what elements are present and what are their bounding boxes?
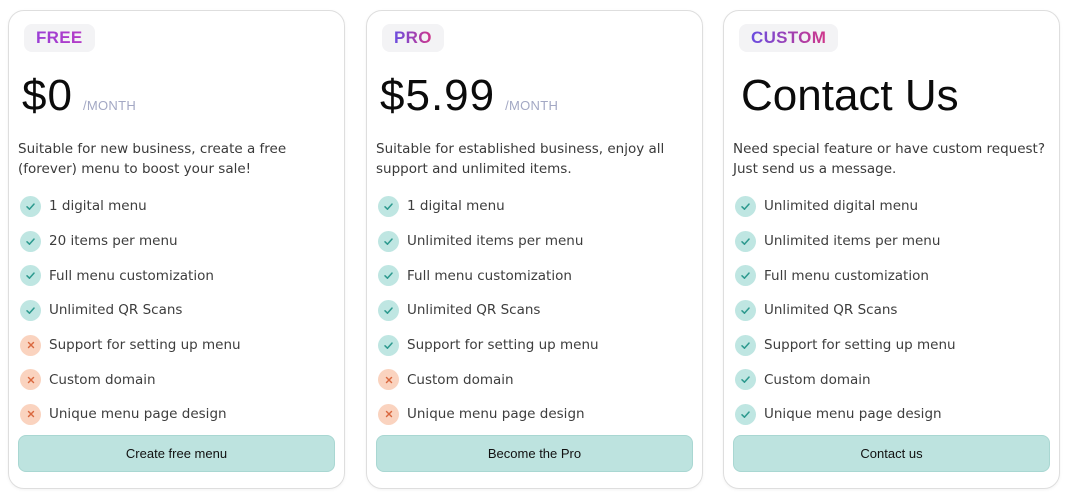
feature-label: Full menu customization: [407, 267, 572, 284]
cross-icon: [378, 369, 399, 391]
plan-badge: FREE: [24, 24, 95, 52]
feature-label: Support for setting up menu: [764, 337, 956, 354]
feature-item: Unique menu page design: [378, 397, 599, 432]
feature-label: Unlimited digital menu: [764, 198, 919, 215]
price-amount: $0: [22, 71, 73, 120]
create-free-menu-button[interactable]: Create free menu: [18, 435, 335, 472]
feature-label: Unlimited items per menu: [764, 233, 941, 250]
feature-label: Unlimited items per menu: [407, 233, 584, 250]
feature-item: Custom domain: [20, 362, 241, 397]
feature-label: Custom domain: [49, 371, 156, 388]
feature-label: Unique menu page design: [764, 406, 942, 423]
check-icon: [735, 299, 756, 321]
feature-list: Unlimited digital menu Unlimited items pe…: [735, 189, 956, 432]
feature-item: 20 items per menu: [20, 224, 241, 259]
feature-item: 1 digital menu: [378, 189, 599, 224]
check-icon: [735, 334, 756, 356]
feature-label: Full menu customization: [764, 267, 929, 284]
check-icon: [378, 195, 399, 217]
price-period: /MONTH: [82, 98, 137, 113]
feature-label: Custom domain: [407, 371, 514, 388]
plan-card-free: FREE $0 /MONTH Suitable for new business…: [8, 10, 345, 489]
feature-label: 1 digital menu: [407, 198, 505, 215]
price-amount: $5.99: [380, 71, 496, 120]
feature-label: Custom domain: [764, 371, 871, 388]
feature-label: Unlimited QR Scans: [49, 302, 183, 319]
feature-item: Full menu customization: [378, 258, 599, 293]
check-icon: [20, 230, 41, 252]
feature-item: Unlimited QR Scans: [378, 293, 599, 328]
check-icon: [735, 230, 756, 252]
price-amount: Contact Us: [741, 71, 959, 120]
feature-list: 1 digital menu 20 items per menu Full menu…: [20, 189, 241, 432]
feature-item: Support for setting up menu: [735, 328, 956, 363]
price-period: /MONTH: [505, 98, 559, 113]
feature-item: Custom domain: [735, 362, 956, 397]
plan-description: Need special feature or have custom requ…: [733, 141, 1046, 177]
feature-label: 1 digital menu: [49, 198, 147, 215]
check-icon: [735, 195, 756, 217]
feature-item: Unique menu page design: [735, 397, 956, 432]
feature-item: Unlimited items per menu: [378, 224, 599, 259]
check-icon: [735, 369, 756, 391]
feature-label: Unlimited QR Scans: [407, 302, 541, 319]
plan-card-pro: PRO $5.99 /MONTH Suitable for establishe…: [366, 10, 703, 489]
feature-item: Unique menu page design: [20, 397, 241, 432]
price-row: $0 /MONTH: [22, 71, 136, 121]
cross-icon: [378, 403, 399, 425]
pricing-cards: FREE $0 /MONTH Suitable for new business…: [0, 0, 1070, 492]
check-icon: [378, 334, 399, 356]
feature-label: Unique menu page design: [49, 406, 227, 423]
feature-list: 1 digital menu Unlimited items per menu Fu…: [378, 189, 599, 432]
check-icon: [378, 230, 399, 252]
feature-label: Full menu customization: [49, 267, 214, 284]
feature-label: Unique menu page design: [407, 406, 585, 423]
check-icon: [378, 299, 399, 321]
cross-icon: [20, 403, 41, 425]
check-icon: [735, 403, 756, 425]
plan-card-custom: CUSTOM Contact Us Need special feature o…: [723, 10, 1060, 489]
feature-label: Unlimited QR Scans: [764, 302, 898, 319]
feature-item: Full menu customization: [20, 258, 241, 293]
become-pro-button[interactable]: Become the Pro: [376, 435, 693, 472]
check-icon: [20, 195, 41, 217]
cross-icon: [20, 334, 41, 356]
plan-description: Suitable for new business, create a free…: [18, 141, 287, 177]
plan-badge: CUSTOM: [739, 24, 839, 52]
check-icon: [20, 299, 41, 321]
feature-item: Unlimited QR Scans: [735, 293, 956, 328]
feature-item: Support for setting up menu: [20, 328, 241, 363]
feature-label: 20 items per menu: [49, 233, 178, 250]
check-icon: [20, 265, 41, 287]
plan-description: Suitable for established business, enjoy…: [376, 141, 665, 177]
check-icon: [378, 265, 399, 287]
plan-badge: PRO: [382, 24, 444, 52]
contact-us-button[interactable]: Contact us: [733, 435, 1050, 472]
feature-item: Unlimited QR Scans: [20, 293, 241, 328]
feature-item: Unlimited items per menu: [735, 224, 956, 259]
feature-label: Support for setting up menu: [49, 337, 241, 354]
cross-icon: [20, 369, 41, 391]
feature-item: Custom domain: [378, 362, 599, 397]
feature-item: Full menu customization: [735, 258, 956, 293]
price-row: $5.99 /MONTH: [380, 71, 558, 121]
feature-item: Unlimited digital menu: [735, 189, 956, 224]
feature-item: 1 digital menu: [20, 189, 241, 224]
check-icon: [735, 265, 756, 287]
feature-label: Support for setting up menu: [407, 337, 599, 354]
feature-item: Support for setting up menu: [378, 328, 599, 363]
